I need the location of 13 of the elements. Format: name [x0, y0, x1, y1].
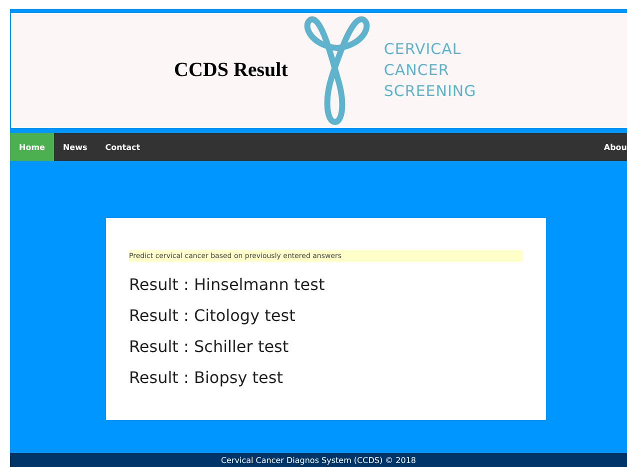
result-text: Result : Hinselmann test: [129, 276, 326, 293]
result-text: Result : Citology test: [129, 307, 296, 324]
nav-link[interactable]: Abou: [594, 133, 627, 161]
logo-text: CANCER: [384, 60, 450, 81]
nav-link[interactable]: Contact: [96, 133, 150, 161]
nav-link[interactable]: News: [54, 133, 96, 161]
ribbon-icon: [302, 16, 372, 126]
result-text: Result : Biopsy test: [129, 369, 284, 386]
logo-text: SCREENING: [384, 81, 476, 102]
result-text: Result : Schiller test: [129, 338, 290, 355]
logo-text: CERVICAL: [384, 39, 462, 60]
page-title: CCDS Result: [174, 59, 288, 82]
footer-text: Cervical Cancer Diagnos System (CCDS) © 2018: [220, 456, 416, 464]
